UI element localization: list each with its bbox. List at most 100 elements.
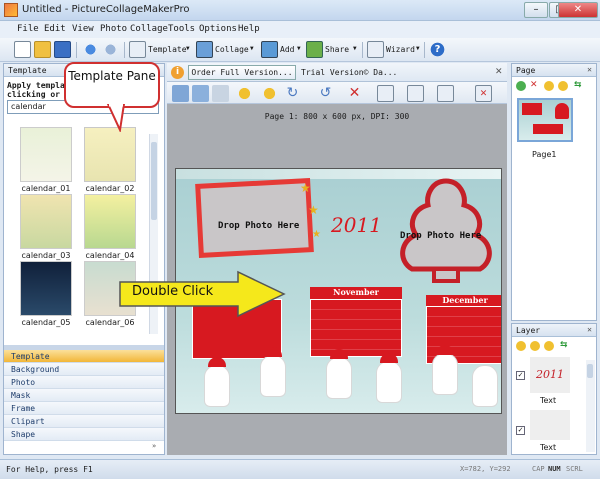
category-frame[interactable]: Frame xyxy=(4,402,164,415)
menu-collage[interactable]: Collage xyxy=(130,24,168,34)
thumb-tree xyxy=(555,103,569,119)
layout-icon[interactable] xyxy=(407,85,424,102)
move-up-icon[interactable] xyxy=(544,81,554,91)
template-pane-callout: Template Pane xyxy=(64,62,160,108)
layer-top-icon[interactable] xyxy=(544,341,554,351)
page1-thumbnail[interactable] xyxy=(517,98,573,142)
category-mask[interactable]: Mask xyxy=(4,389,164,402)
menu-options[interactable]: Options xyxy=(199,24,237,34)
template-icon[interactable] xyxy=(129,41,146,58)
layer-pane-header: Layer ✕ xyxy=(512,324,596,337)
wizard-dropdown-icon[interactable]: ▼ xyxy=(416,45,420,52)
bring-forward-icon[interactable] xyxy=(236,85,253,102)
layer-1-preview[interactable]: 2011 xyxy=(530,357,570,393)
main-toolbar: Template ▼ Collage ▼ Add ▼ Share ▼ Wizar… xyxy=(0,38,600,62)
wizard-icon[interactable] xyxy=(367,41,384,58)
refresh-icon[interactable]: ⇆ xyxy=(574,80,582,90)
page-pane-title: Page xyxy=(516,66,536,75)
layer-1-checkbox[interactable]: ✓ xyxy=(516,371,525,380)
wizard-button[interactable]: Wizard xyxy=(386,45,415,54)
share-dropdown-icon[interactable]: ▼ xyxy=(353,45,357,52)
layer-2-checkbox[interactable]: ✓ xyxy=(516,426,525,435)
undo-icon[interactable] xyxy=(82,41,99,58)
fit-icon[interactable] xyxy=(437,85,454,102)
category-photo[interactable]: Photo xyxy=(4,376,164,389)
menu-bar: File Edit View Photo Collage Tools Optio… xyxy=(0,21,600,38)
coords-text: X=782, Y=292 xyxy=(460,465,511,473)
delete-icon[interactable]: ✕ xyxy=(346,85,363,102)
share-icon[interactable] xyxy=(306,41,323,58)
select-photo-icon[interactable] xyxy=(172,85,189,102)
remove-page-icon[interactable]: ✕ xyxy=(530,80,538,90)
align-icon[interactable] xyxy=(377,85,394,102)
layer-pane-close-icon[interactable]: ✕ xyxy=(587,325,592,334)
layer-down-icon[interactable] xyxy=(530,341,540,351)
send-backward-icon[interactable] xyxy=(261,85,278,102)
template-thumb-calendar-02[interactable] xyxy=(84,127,136,182)
category-select-value: calendar xyxy=(11,102,46,111)
snowman-figure xyxy=(204,365,230,407)
page-pane-close-icon[interactable]: ✕ xyxy=(587,65,592,74)
category-background[interactable]: Background xyxy=(4,363,164,376)
toolbar-separator xyxy=(124,42,125,58)
year-text: 2011 xyxy=(331,213,382,237)
template-thumb-calendar-04[interactable] xyxy=(84,194,136,249)
layer-refresh-icon[interactable]: ⇆ xyxy=(560,340,568,350)
template-scrollbar-thumb[interactable] xyxy=(151,142,157,220)
layer-scrollbar[interactable] xyxy=(586,360,595,452)
expand-chevron-icon[interactable]: » xyxy=(152,442,156,450)
collage-button[interactable]: Collage xyxy=(215,45,249,54)
app-icon xyxy=(4,3,18,17)
menu-file[interactable]: File xyxy=(17,24,39,34)
apply-template-text-2: clicking or d xyxy=(7,90,70,99)
share-button[interactable]: Share xyxy=(325,45,349,54)
template-thumb-label: calendar_02 xyxy=(85,184,135,193)
layer-scrollbar-thumb[interactable] xyxy=(587,364,593,378)
menu-edit[interactable]: Edit xyxy=(44,24,66,34)
add-page-icon[interactable] xyxy=(516,81,526,91)
menu-photo[interactable]: Photo xyxy=(100,24,127,34)
add-icon[interactable] xyxy=(261,41,278,58)
template-thumb-calendar-03[interactable] xyxy=(20,194,72,249)
menu-view[interactable]: View xyxy=(72,24,94,34)
category-shape[interactable]: Shape xyxy=(4,428,164,441)
collage-dropdown-icon[interactable]: ▼ xyxy=(250,45,254,52)
save-icon[interactable] xyxy=(54,41,71,58)
rotate-left-icon[interactable]: ↺ xyxy=(317,85,334,102)
menu-tools[interactable]: Tools xyxy=(168,24,195,34)
template-thumb-calendar-05[interactable] xyxy=(20,261,72,316)
add-button[interactable]: Add xyxy=(280,45,294,54)
photo-frame-1[interactable] xyxy=(195,178,314,258)
template-dropdown-icon[interactable]: ▼ xyxy=(186,45,190,52)
category-clipart[interactable]: Clipart xyxy=(4,415,164,428)
category-template[interactable]: Template xyxy=(4,350,164,363)
collage-icon[interactable] xyxy=(196,41,213,58)
new-icon[interactable] xyxy=(14,41,31,58)
close-button[interactable]: ✕ xyxy=(558,2,598,18)
layer-up-icon[interactable] xyxy=(516,341,526,351)
layer-2-preview[interactable] xyxy=(530,410,570,440)
help-icon[interactable]: ? xyxy=(429,41,446,58)
add-dropdown-icon[interactable]: ▼ xyxy=(297,45,301,52)
toolbar-separator xyxy=(362,42,363,58)
layer-pane-title: Layer xyxy=(516,326,541,335)
template-button[interactable]: Template xyxy=(148,45,187,54)
move-down-icon[interactable] xyxy=(558,81,568,91)
drop-photo-1-text: Drop Photo Here xyxy=(218,221,300,231)
zoom-icon[interactable] xyxy=(192,85,209,102)
order-full-version-button[interactable]: Order Full Version... xyxy=(188,65,296,80)
menu-help[interactable]: Help xyxy=(238,24,260,34)
open-icon[interactable] xyxy=(34,41,51,58)
canvas-area: ↻ ↺ ✕ ✕ Page 1: 800 x 600 px, DPI: 300 D… xyxy=(167,82,507,455)
clear-icon[interactable]: ✕ xyxy=(475,85,492,102)
rotate-right-icon[interactable]: ↻ xyxy=(284,85,301,102)
tab-close-icon[interactable]: ✕ xyxy=(495,67,503,77)
snowman-figure xyxy=(472,365,498,407)
template-pane: Template Apply template clicking or d ca… xyxy=(3,63,165,455)
page-pane-header: Page ✕ xyxy=(512,64,596,77)
crop-icon[interactable] xyxy=(212,85,229,102)
double-click-label: Double Click xyxy=(132,284,214,299)
template-thumb-calendar-01[interactable] xyxy=(20,127,72,182)
redo-icon[interactable] xyxy=(102,41,119,58)
minimize-button[interactable]: – xyxy=(524,2,548,18)
